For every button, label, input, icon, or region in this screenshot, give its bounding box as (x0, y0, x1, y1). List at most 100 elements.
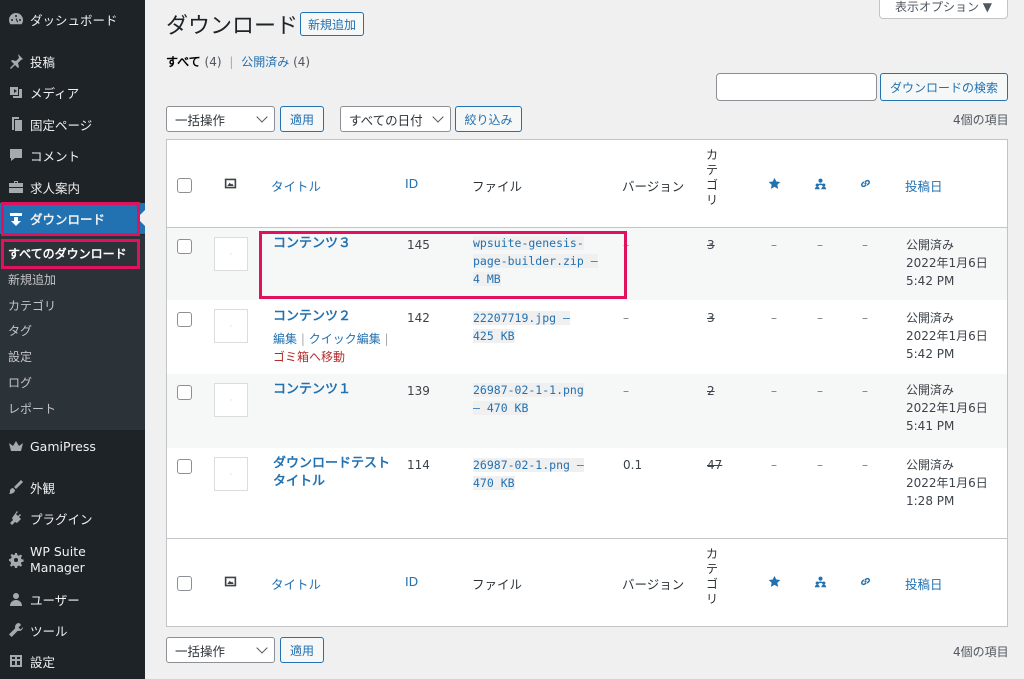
trash-link[interactable]: ゴミ箱へ移動 (273, 350, 345, 364)
menu-label: WP Suite Manager (30, 544, 86, 575)
row-members: – (817, 311, 823, 325)
row-checkbox[interactable] (177, 459, 192, 474)
column-date[interactable]: 投稿日 (905, 574, 943, 593)
menu-label: ダッシュボード (30, 12, 118, 28)
menu-dashboard[interactable]: ダッシュボード (0, 4, 145, 34)
edit-link[interactable]: 編集 (273, 332, 297, 346)
bulk-action-select-bottom[interactable]: 一括操作 (166, 637, 275, 663)
menu-posts[interactable]: 投稿 (0, 46, 145, 76)
menu-media[interactable]: メディア (0, 77, 145, 107)
screen-options-button[interactable]: 表示オプション ▼ (879, 0, 1008, 19)
column-title[interactable]: タイトル (271, 574, 321, 593)
row-checkbox[interactable] (177, 312, 192, 327)
submenu-all-downloads[interactable]: すべてのダウンロード (8, 244, 127, 264)
add-new-button[interactable]: 新規追加 (300, 12, 364, 36)
column-id[interactable]: ID (405, 574, 418, 589)
filter-all-count: (4) (204, 55, 222, 69)
row-title-link[interactable]: ダウンロードテスト タイトル (273, 455, 390, 491)
bulk-action-value: 一括操作 (175, 112, 226, 128)
row-actions: 編集 | クイック編集 | ゴミ箱へ移動 (273, 332, 389, 364)
row-id: 139 (407, 384, 430, 398)
quick-edit-link[interactable]: クイック編集 (309, 332, 381, 346)
row-id: 145 (407, 238, 430, 252)
column-title[interactable]: タイトル (271, 176, 321, 195)
submenu-tags[interactable]: タグ (8, 321, 32, 341)
search-input[interactable] (716, 73, 877, 101)
column-date[interactable]: 投稿日 (905, 176, 943, 195)
thumbnail-image: ◦ (214, 237, 248, 271)
search-button[interactable]: ダウンロードの検索 (880, 73, 1008, 101)
menu-label: GamiPress (30, 438, 96, 454)
bulk-action-select[interactable]: 一括操作 (166, 106, 275, 132)
menu-tools[interactable]: ツール (0, 615, 145, 645)
menu-label: 設定 (30, 654, 56, 670)
select-all-checkbox[interactable] (177, 178, 192, 193)
plugin-icon (6, 510, 26, 526)
filter-button[interactable]: 絞り込み (455, 106, 522, 132)
submenu-categories[interactable]: カテゴリ (8, 296, 56, 316)
filter-published-link[interactable]: 公開済み (241, 55, 289, 69)
row-favorites: – (771, 458, 777, 472)
menu-downloads[interactable]: ダウンロード (0, 203, 145, 234)
link-icon (859, 575, 872, 592)
row-file-link[interactable]: wpsuite-genesis- page-builder.zip – 4 MB (473, 234, 598, 288)
menu-users[interactable]: ユーザー (0, 584, 145, 614)
screen-options-label: 表示オプション ▼ (894, 0, 993, 14)
select-all-checkbox[interactable] (177, 576, 192, 591)
date-filter-select[interactable]: すべての日付 (340, 106, 451, 132)
menu-plugins[interactable]: プラグイン (0, 503, 145, 533)
row-date: 公開済み 2022年1月6日 5:42 PM (906, 238, 988, 288)
row-favorites: – (771, 238, 777, 252)
apply-button[interactable]: 適用 (280, 106, 324, 132)
row-title-link[interactable]: コンテンツ３ (273, 235, 351, 253)
submenu-logs[interactable]: ログ (8, 373, 32, 393)
row-title-link[interactable]: コンテンツ１ (273, 381, 351, 399)
pin-icon (6, 53, 26, 69)
download-icon (6, 211, 26, 227)
page-icon (6, 116, 26, 132)
column-version: バージョン (622, 577, 685, 592)
menu-label: 固定ページ (30, 117, 93, 133)
row-file-link[interactable]: 26987-02-1.png – 470 KB (473, 456, 584, 492)
date-filter-value: すべての日付 (349, 112, 423, 128)
menu-label: ツール (30, 623, 68, 639)
menu-label: 投稿 (30, 54, 56, 70)
column-id[interactable]: ID (405, 176, 418, 191)
image-icon (224, 177, 237, 194)
table-row: ◦ コンテンツ１ 139 26987-02-1-1.png – 470 KB –… (167, 374, 1007, 448)
row-checkbox[interactable] (177, 385, 192, 400)
admin-sidebar: ダッシュボード 投稿 メディア 固定ページ コメント 求人案内 ダウンロード す… (0, 0, 145, 679)
row-id: 114 (407, 458, 430, 472)
submenu-settings[interactable]: 設定 (8, 347, 32, 367)
menu-pages[interactable]: 固定ページ (0, 109, 145, 139)
menu-label: ユーザー (30, 592, 80, 608)
column-file: ファイル (472, 179, 523, 194)
column-version: バージョン (622, 179, 685, 194)
user-icon (6, 591, 26, 607)
row-version: – (623, 311, 629, 325)
column-file: ファイル (472, 577, 523, 592)
gear-icon (6, 552, 26, 568)
menu-appearance[interactable]: 外観 (0, 472, 145, 502)
item-count-bottom: 4個の項目 (953, 645, 1009, 659)
row-checkbox[interactable] (177, 239, 192, 254)
menu-settings[interactable]: 設定 (0, 646, 145, 676)
menu-gamipress[interactable]: GamiPress (0, 431, 145, 461)
downloads-submenu: すべてのダウンロード 新規追加 カテゴリ タグ 設定 ログ レポート (0, 235, 145, 430)
briefcase-icon (6, 179, 26, 195)
submenu-add-new[interactable]: 新規追加 (8, 270, 56, 290)
menu-comments[interactable]: コメント (0, 140, 145, 170)
row-file-link[interactable]: 22207719.jpg – 425 KB (473, 309, 570, 345)
row-members: – (817, 384, 823, 398)
star-icon (768, 177, 781, 194)
menu-jobs[interactable]: 求人案内 (0, 172, 145, 202)
apply-button-bottom[interactable]: 適用 (280, 637, 324, 663)
menu-wp-suite-manager[interactable]: WP Suite Manager (0, 540, 145, 580)
thumbnail-image: ◦ (214, 383, 248, 417)
menu-label: 外観 (30, 480, 56, 496)
row-title-link[interactable]: コンテンツ２ (273, 308, 351, 326)
row-file-link[interactable]: 26987-02-1-1.png – 470 KB (473, 381, 584, 417)
filter-all-link[interactable]: すべて (166, 55, 201, 69)
bulk-action-value: 一括操作 (175, 643, 226, 659)
submenu-reports[interactable]: レポート (8, 399, 56, 419)
